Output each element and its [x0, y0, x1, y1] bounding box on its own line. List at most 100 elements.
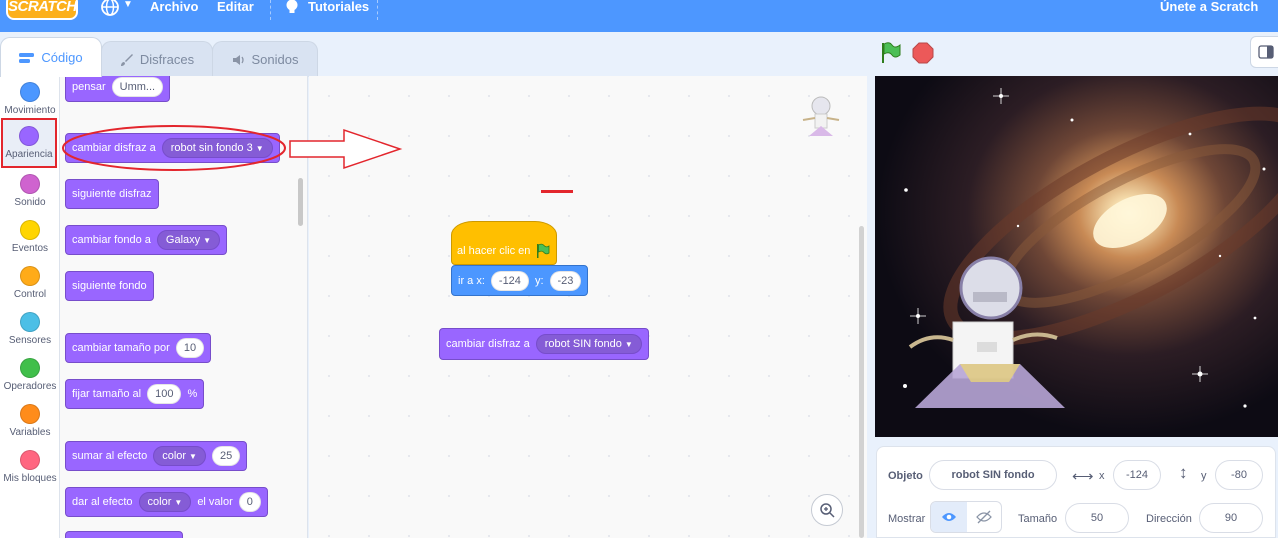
chevron-down-icon[interactable]: ▼	[123, 0, 133, 10]
stop-button[interactable]	[912, 42, 934, 64]
block-label: cambiar tamaño por	[72, 342, 170, 354]
block-next-backdrop[interactable]: siguiente fondo	[65, 271, 154, 301]
category-label: Sonido	[14, 197, 46, 208]
block-label: %	[187, 388, 198, 400]
category-dot	[20, 220, 40, 240]
block-switch-costume-script[interactable]: cambiar disfraz a robot SIN fondo ▼	[439, 328, 649, 360]
menu-bar: SCRATCH ▼ Archivo Editar Tutoriales Únet…	[0, 0, 1278, 32]
block-go-to-xy[interactable]: ir a x: -124 y: -23	[451, 265, 589, 296]
block-label: el valor	[197, 496, 233, 508]
tab-code[interactable]: Código	[0, 37, 102, 77]
block-set-effect[interactable]: dar al efecto color ▼ el valor 0	[65, 487, 268, 517]
category-label: Movimiento	[4, 105, 56, 116]
sprite-name-field[interactable]: robot SIN fondo	[929, 460, 1057, 490]
block-label: siguiente disfraz	[72, 188, 152, 200]
green-flag-icon	[537, 243, 550, 258]
category-dot	[20, 358, 40, 378]
block-input[interactable]: 100	[147, 384, 182, 404]
effect-dropdown[interactable]: color ▼	[153, 446, 206, 466]
category-looks[interactable]: Apariencia	[1, 118, 57, 168]
menu-divider	[377, 0, 378, 20]
brush-icon	[120, 53, 133, 66]
show-visible-button[interactable]	[931, 502, 967, 532]
x-position-field[interactable]: -124	[1113, 460, 1161, 490]
stage-canvas[interactable]	[875, 76, 1278, 437]
block-label: siguiente fondo	[72, 280, 147, 292]
block-change-effect[interactable]: sumar al efecto color ▼ 25	[65, 441, 248, 471]
y-input[interactable]: -23	[549, 270, 582, 291]
category-label: Apariencia	[5, 149, 53, 160]
tab-code-label: Código	[41, 50, 83, 65]
block-label: dar al efecto	[72, 496, 133, 508]
category-label: Operadores	[3, 381, 57, 392]
show-toggle	[930, 501, 1002, 533]
x-input[interactable]: -124	[490, 270, 529, 291]
backdrop-dropdown[interactable]: Galaxy ▼	[156, 230, 221, 250]
block-partial[interactable]	[65, 531, 183, 538]
block-switch-backdrop[interactable]: cambiar fondo a Galaxy ▼	[65, 225, 228, 255]
speaker-icon	[232, 54, 244, 65]
block-label: fijar tamaño al	[72, 388, 142, 400]
show-hidden-button[interactable]	[967, 502, 1002, 532]
costume-dropdown[interactable]: robot SIN fondo ▼	[535, 334, 642, 354]
category-label: Variables	[9, 427, 51, 438]
stage-layout-button[interactable]	[1250, 36, 1278, 68]
block-next-costume[interactable]: siguiente disfraz	[65, 179, 159, 209]
lightbulb-icon	[284, 0, 300, 22]
object-label: Objeto	[888, 470, 923, 482]
menu-editar[interactable]: Editar	[217, 0, 254, 14]
menu-tutoriales[interactable]: Tutoriales	[308, 0, 369, 14]
sprite-thumbnail	[802, 96, 840, 136]
block-label: cambiar disfraz a	[446, 338, 530, 350]
effect-dropdown[interactable]: color ▼	[138, 492, 192, 512]
block-label: sumar al efecto	[72, 450, 148, 462]
tab-costumes[interactable]: Disfraces	[101, 41, 213, 77]
category-dot	[20, 450, 40, 470]
category-label: Control	[13, 289, 47, 300]
eye-icon	[941, 513, 956, 521]
size-field[interactable]: 50	[1065, 503, 1129, 533]
block-set-size[interactable]: fijar tamaño al 100 %	[65, 379, 205, 409]
small-stage-icon	[1258, 45, 1274, 59]
block-change-size[interactable]: cambiar tamaño por 10	[65, 333, 212, 363]
green-flag-button[interactable]	[879, 42, 903, 64]
scratch-logo[interactable]: SCRATCH	[6, 0, 78, 20]
category-dot	[20, 312, 40, 332]
block-input[interactable]: 10	[175, 338, 205, 358]
menu-archivo[interactable]: Archivo	[150, 0, 198, 14]
code-icon	[19, 52, 35, 63]
block-input[interactable]: Umm...	[111, 77, 164, 97]
direction-field[interactable]: 90	[1199, 503, 1263, 533]
globe-icon[interactable]	[100, 0, 122, 22]
block-input[interactable]: 25	[211, 446, 241, 466]
category-dot	[20, 266, 40, 286]
category-events[interactable]: Eventos	[0, 214, 60, 260]
red-mark	[541, 190, 573, 193]
category-variables[interactable]: Variables	[0, 398, 60, 444]
show-label: Mostrar	[888, 513, 926, 525]
eye-slash-icon	[975, 510, 992, 524]
vertical-arrows-icon: ↕	[1179, 463, 1188, 482]
category-dot	[20, 404, 40, 424]
category-operators[interactable]: Operadores	[0, 352, 60, 398]
category-sensing[interactable]: Sensores	[0, 306, 60, 352]
x-label: x	[1099, 470, 1105, 482]
block-label: ir a x:	[458, 274, 485, 287]
block-input[interactable]: 0	[238, 492, 261, 512]
category-my-blocks[interactable]: Mis bloques	[0, 444, 60, 490]
join-scratch-link[interactable]: Únete a Scratch	[1160, 0, 1258, 14]
category-label: Eventos	[11, 243, 49, 254]
tab-sounds[interactable]: Sonidos	[212, 41, 318, 77]
category-motion[interactable]: Movimiento	[0, 76, 60, 122]
y-position-field[interactable]: -80	[1215, 460, 1263, 490]
workspace-scrollbar[interactable]	[859, 226, 864, 538]
zoom-in-button[interactable]	[811, 494, 843, 526]
hat-block[interactable]: al hacer clic en	[451, 221, 557, 265]
direction-label: Dirección	[1146, 513, 1192, 525]
palette-scrollbar[interactable]	[298, 178, 303, 226]
hat-block-label: al hacer clic en	[457, 245, 531, 257]
category-sound[interactable]: Sonido	[0, 168, 60, 214]
block-think[interactable]: pensar Umm...	[65, 76, 171, 102]
annotation-ellipse	[62, 125, 286, 171]
category-control[interactable]: Control	[0, 260, 60, 306]
